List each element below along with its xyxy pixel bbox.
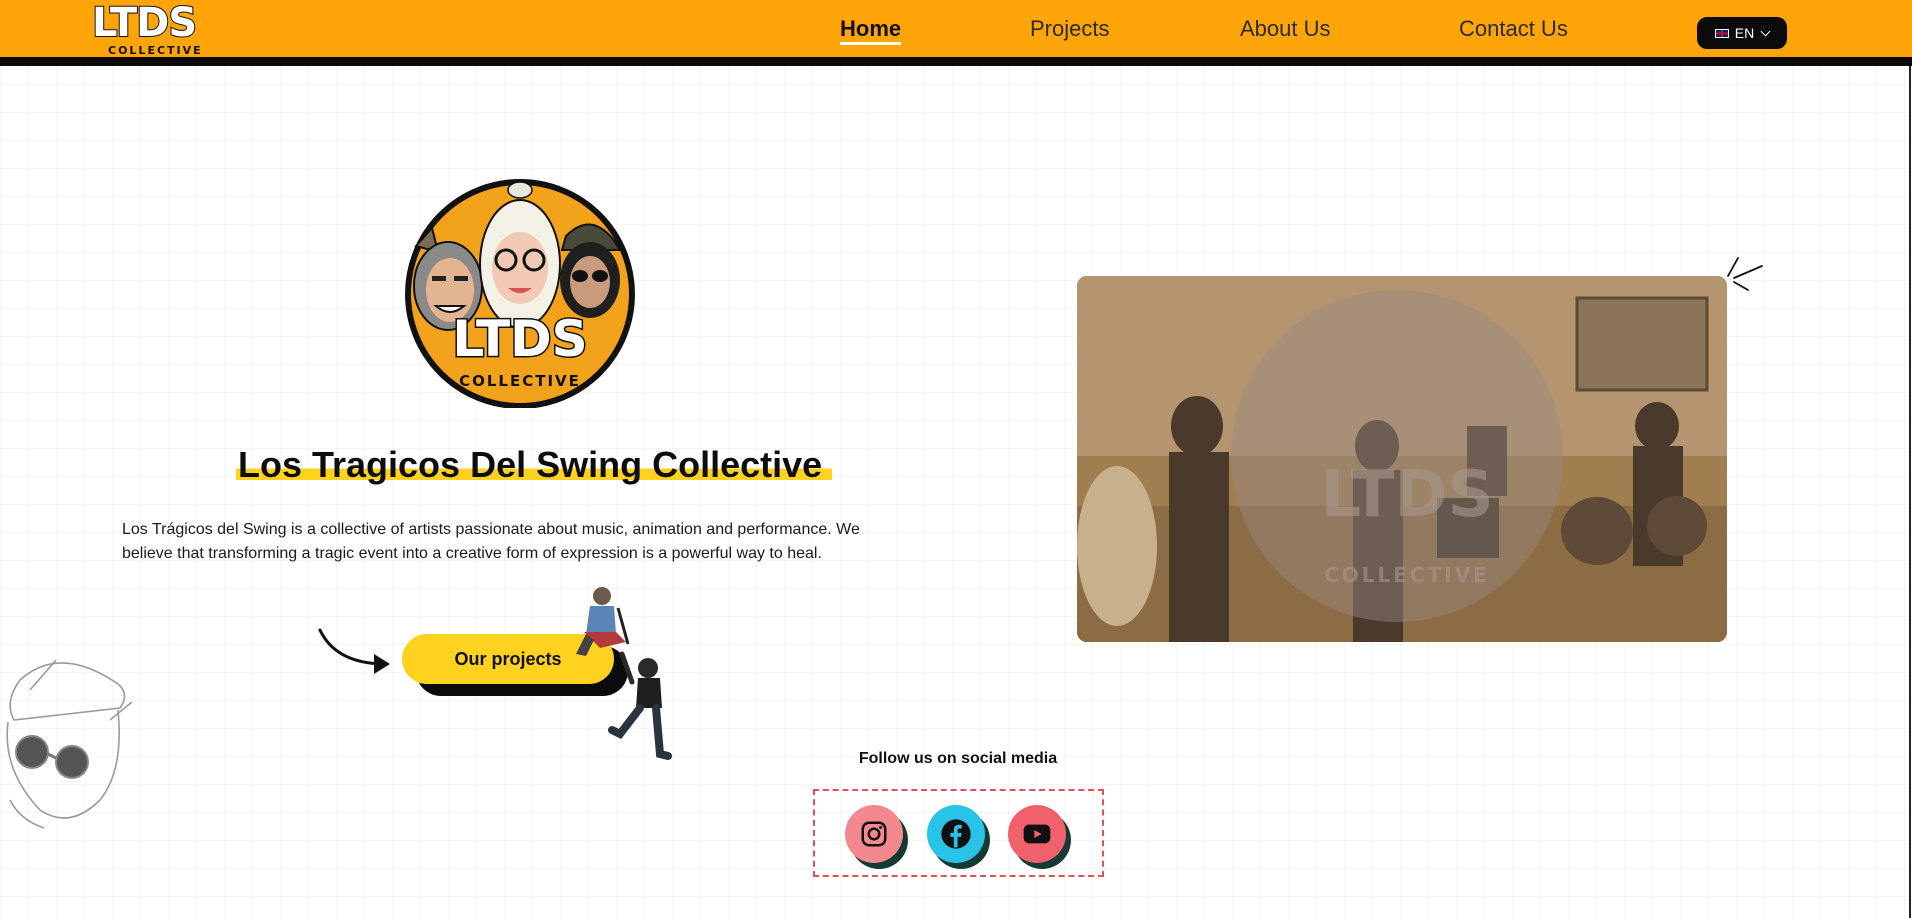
uk-flag-icon <box>1714 28 1729 38</box>
facebook-link[interactable] <box>927 805 990 869</box>
musicians-illustration <box>576 587 672 760</box>
site-logo[interactable]: LTDS COLLECTIVE <box>91 0 218 58</box>
instagram-icon <box>861 821 887 847</box>
video-watermark-text: LTDS <box>1320 458 1493 532</box>
instagram-button[interactable] <box>845 805 903 863</box>
spark-lines-icon <box>1727 257 1763 291</box>
social-section-title: Follow us on social media <box>858 750 1058 767</box>
youtube-button[interactable] <box>1008 805 1066 863</box>
hero-title: Los Tragicos Del Swing Collective <box>236 444 833 486</box>
nav-projects-label: Projects <box>1030 15 1110 41</box>
arrow-icon <box>318 628 390 674</box>
social-links-box <box>813 789 1104 877</box>
nav-contact-us[interactable]: Contact Us <box>1459 0 1568 57</box>
hero-description: Los Trágicos del Swing is a collective o… <box>122 521 860 562</box>
nav-projects[interactable]: Projects <box>1030 0 1109 57</box>
sketch-character-illustration <box>6 659 133 829</box>
chevron-down-icon <box>1760 26 1771 36</box>
video-watermark-subtext: COLLECTIVE <box>1324 563 1490 587</box>
facebook-button[interactable] <box>927 805 985 863</box>
youtube-link[interactable] <box>1008 805 1071 869</box>
youtube-icon <box>1023 824 1051 844</box>
logo-text: LTDS <box>91 0 198 46</box>
facebook-icon <box>941 819 971 849</box>
nav-home[interactable]: Home <box>840 0 902 57</box>
nav-contact-us-label: Contact Us <box>1459 15 1568 41</box>
language-label: EN <box>1734 25 1755 41</box>
page-edge-divider <box>1909 66 1911 918</box>
logo-subtext: COLLECTIVE <box>108 44 203 57</box>
video-thumbnail: LTDS COLLECTIVE <box>1077 276 1727 642</box>
nav-about-us[interactable]: About Us <box>1240 0 1331 57</box>
emblem-subtext: COLLECTIVE <box>459 372 581 390</box>
emblem-text: LTDS <box>452 310 587 368</box>
site-header: LTDS COLLECTIVE Home Projects About Us C… <box>0 0 1912 66</box>
nav-about-us-label: About Us <box>1240 15 1331 41</box>
right-member-face <box>560 223 622 318</box>
language-selector[interactable]: EN <box>1697 17 1787 49</box>
instagram-link[interactable] <box>845 805 908 869</box>
nav-home-label: Home <box>840 15 902 45</box>
band-video-player[interactable]: LTDS COLLECTIVE <box>1077 276 1727 642</box>
collective-emblem: LTDS COLLECTIVE <box>405 179 635 408</box>
